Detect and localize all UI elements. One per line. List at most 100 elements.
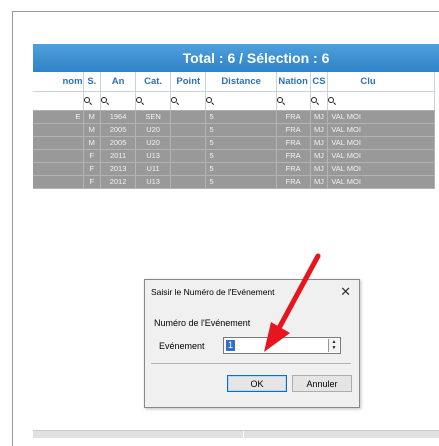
- cell-nom: [33, 136, 84, 150]
- search-icon[interactable]: [136, 96, 144, 105]
- cell-distance: 5: [205, 162, 277, 176]
- column-filter-cell[interactable]: [83, 91, 102, 111]
- cell-an: 1964: [100, 110, 137, 124]
- cell-nom: E: [33, 110, 84, 124]
- cell-cs: MJ: [310, 149, 329, 163]
- cell-point: [170, 110, 207, 124]
- cell-cat: U20: [135, 136, 172, 150]
- cell-cat: U20: [135, 123, 172, 137]
- cell-cat: U13: [135, 175, 172, 189]
- column-header[interactable]: Cat.: [135, 72, 172, 92]
- cell-club: VAL MOI: [327, 162, 435, 176]
- cell-cs: MJ: [310, 175, 329, 189]
- cell-an: 2011: [100, 149, 137, 163]
- dialog-separator: [151, 363, 351, 364]
- close-icon[interactable]: ✕: [340, 284, 351, 300]
- cell-point: [170, 123, 207, 137]
- column-header[interactable]: An: [100, 72, 137, 92]
- search-icon[interactable]: [206, 96, 214, 105]
- column-filter-cell[interactable]: [100, 91, 137, 111]
- cell-nom: [33, 123, 84, 137]
- cell-distance: 5: [205, 149, 277, 163]
- cell-club: VAL MOI: [327, 136, 435, 150]
- cell-sexe: M: [83, 136, 102, 150]
- cell-club: VAL MOI: [327, 175, 435, 189]
- table-row[interactable]: E M 1964 SEN 5 FRA MJ VAL MOI: [33, 110, 435, 124]
- cell-cs: MJ: [310, 136, 329, 150]
- cell-nation: FRA: [276, 149, 311, 163]
- event-number-spinner[interactable]: ▲ ▼: [328, 339, 339, 352]
- cell-an: 2005: [100, 136, 137, 150]
- grid-title-bar: Total : 6 / Sélection : 6: [33, 44, 439, 72]
- column-header[interactable]: CS: [310, 72, 329, 92]
- search-icon[interactable]: [101, 96, 109, 105]
- grid-title: Total : 6 / Sélection : 6: [182, 50, 330, 66]
- table-row[interactable]: F 2013 U11 5 FRA MJ VAL MOI: [33, 162, 435, 176]
- column-filter-cell[interactable]: [276, 91, 311, 111]
- column-header[interactable]: S.: [83, 72, 102, 92]
- search-icon[interactable]: [276, 96, 285, 105]
- column-filter-cell[interactable]: [135, 91, 172, 111]
- search-icon[interactable]: [310, 96, 319, 105]
- grid-filter-row: [33, 91, 435, 111]
- ok-button[interactable]: OK: [227, 375, 287, 392]
- cell-distance: 5: [205, 123, 277, 137]
- cell-sexe: M: [83, 110, 102, 124]
- cell-sexe: F: [83, 162, 102, 176]
- cell-point: [170, 149, 207, 163]
- cell-an: 2013: [100, 162, 137, 176]
- table-row[interactable]: F 2011 U13 5 FRA MJ VAL MOI: [33, 149, 435, 163]
- cell-cs: MJ: [310, 110, 329, 124]
- event-number-value: 1: [226, 340, 236, 351]
- bottom-scrollbar[interactable]: [33, 430, 439, 438]
- cell-cat: SEN: [135, 110, 172, 124]
- cell-club: VAL MOI: [327, 149, 435, 163]
- column-filter-cell[interactable]: [310, 91, 329, 111]
- column-header[interactable]: Clu: [327, 72, 435, 92]
- cell-nation: FRA: [276, 110, 311, 124]
- table-row[interactable]: F 2012 U13 5 FRA MJ VAL MOI: [33, 175, 435, 189]
- cell-distance: 5: [205, 110, 277, 124]
- cell-point: [170, 136, 207, 150]
- search-icon[interactable]: [328, 96, 336, 105]
- cell-nation: FRA: [276, 136, 311, 150]
- column-filter-cell[interactable]: [205, 91, 277, 111]
- column-header[interactable]: Point: [170, 72, 207, 92]
- cell-nom: [33, 149, 84, 163]
- table-row[interactable]: M 2005 U20 5 FRA MJ VAL MOI: [33, 136, 435, 150]
- cancel-button[interactable]: Annuler: [292, 375, 352, 392]
- cell-cs: MJ: [310, 162, 329, 176]
- column-filter-cell[interactable]: [170, 91, 207, 111]
- cell-nom: [33, 162, 84, 176]
- cell-sexe: F: [83, 149, 102, 163]
- dialog-title: Saisir le Numéro de l'Evénement: [151, 287, 275, 297]
- grid-header-row: nom S. An Cat. Point Distance Nation CS Clu: [33, 72, 435, 92]
- cell-nom: [33, 175, 84, 189]
- spin-down-icon[interactable]: ▼: [329, 345, 339, 351]
- cell-cs: MJ: [310, 123, 329, 137]
- cell-nation: FRA: [276, 175, 311, 189]
- cell-point: [170, 175, 207, 189]
- search-icon[interactable]: [171, 96, 179, 105]
- cell-point: [170, 162, 207, 176]
- column-header[interactable]: Nation: [276, 72, 311, 92]
- column-filter-cell[interactable]: [33, 91, 84, 111]
- event-field-label: Evénement: [159, 341, 205, 351]
- table-row[interactable]: M 2005 U20 5 FRA MJ VAL MOI: [33, 123, 435, 137]
- search-icon[interactable]: [83, 96, 92, 105]
- cell-an: 2005: [100, 123, 137, 137]
- event-number-dialog: Saisir le Numéro de l'Evénement ✕ Numéro…: [144, 279, 360, 408]
- results-table: nom S. An Cat. Point Distance Nation CS Clu E M 196…: [33, 72, 435, 189]
- event-number-input[interactable]: 1 ▲ ▼: [223, 337, 341, 354]
- cell-sexe: M: [83, 123, 102, 137]
- column-header[interactable]: nom: [33, 72, 84, 92]
- cell-cat: U13: [135, 149, 172, 163]
- column-filter-cell[interactable]: [327, 91, 435, 111]
- cell-club: VAL MOI: [327, 123, 435, 137]
- column-header[interactable]: Distance: [205, 72, 277, 92]
- cell-an: 2012: [100, 175, 137, 189]
- results-grid: Total : 6 / Sélection : 6 nom S. An Cat. Poi…: [33, 44, 439, 231]
- cell-nation: FRA: [276, 162, 311, 176]
- cell-sexe: F: [83, 175, 102, 189]
- dialog-group-label: Numéro de l'Evénement: [154, 318, 251, 328]
